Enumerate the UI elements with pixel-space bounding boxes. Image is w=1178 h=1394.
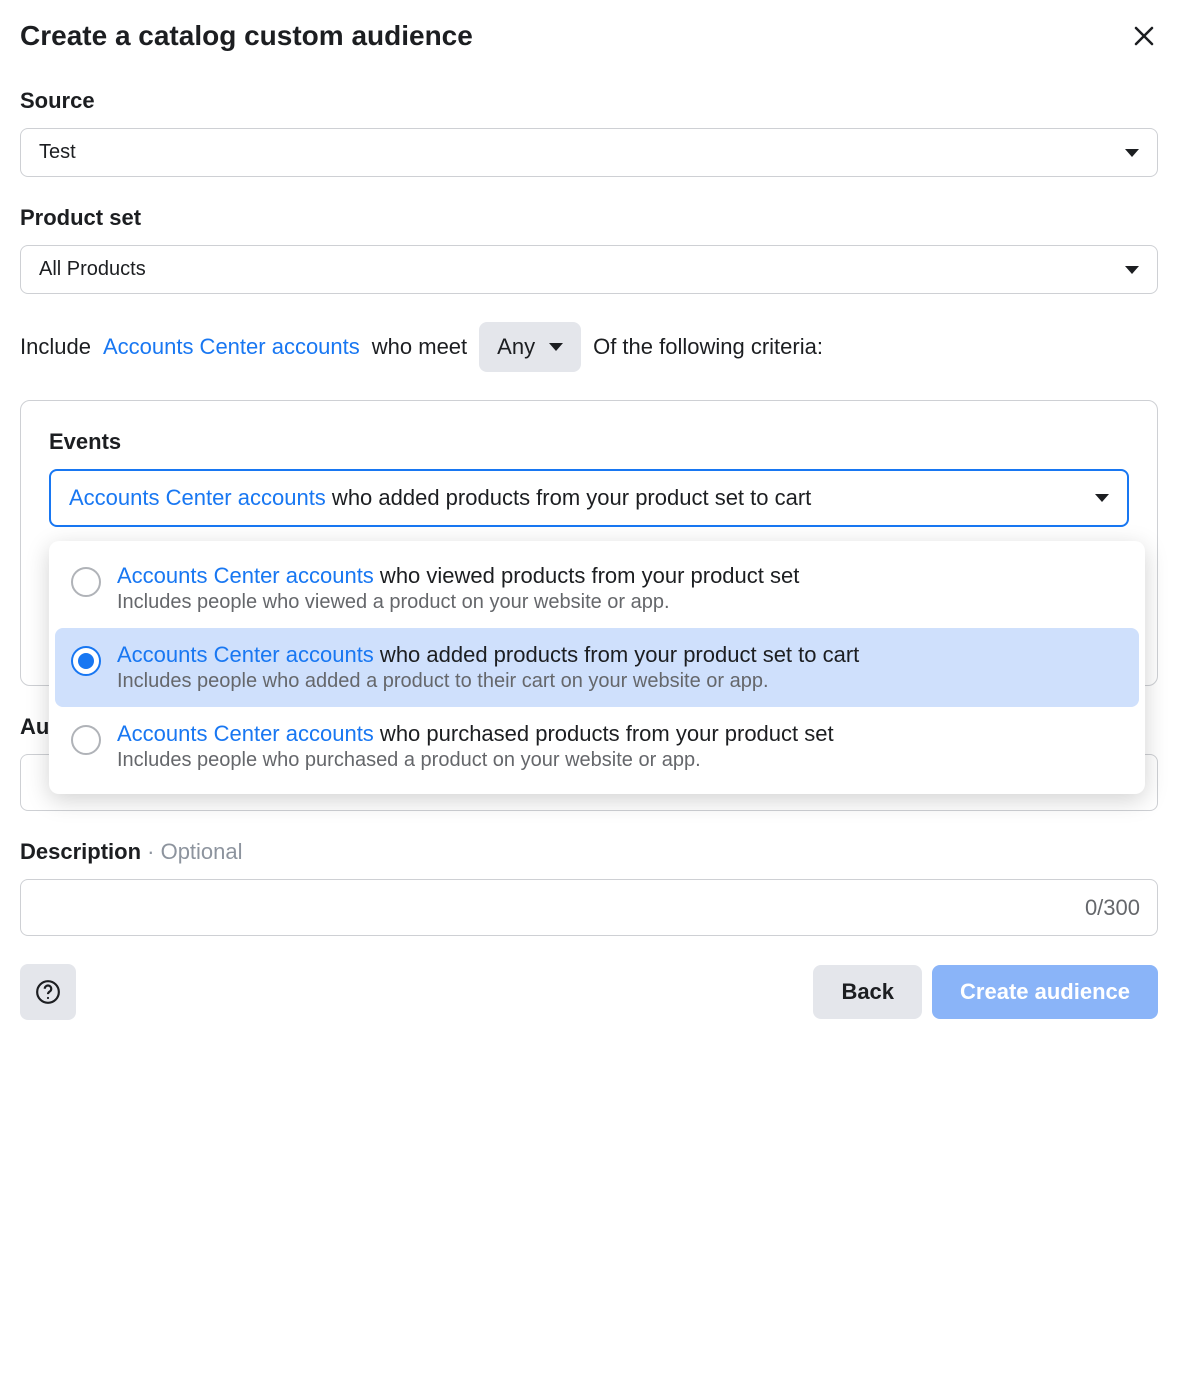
chevron-down-icon [549, 343, 563, 351]
chevron-down-icon [1125, 149, 1139, 157]
back-button[interactable]: Back [813, 965, 922, 1019]
page-title: Create a catalog custom audience [20, 20, 473, 52]
option-rest: who viewed products from your product se… [374, 563, 800, 588]
events-selected-link: Accounts Center accounts [69, 485, 326, 510]
event-option-viewed[interactable]: Accounts Center accounts who viewed prod… [55, 549, 1139, 628]
close-icon [1132, 24, 1156, 48]
events-select[interactable]: Accounts Center accounts who added produ… [49, 469, 1129, 527]
include-prefix: Include [20, 334, 91, 360]
events-label: Events [49, 429, 1129, 455]
description-label: Description · Optional [20, 839, 1158, 865]
product-set-select[interactable]: All Products [20, 245, 1158, 294]
help-button[interactable] [20, 964, 76, 1020]
option-desc: Includes people who added a product to t… [117, 670, 1123, 693]
radio-icon [71, 646, 101, 676]
events-selected-text: Accounts Center accounts who added produ… [69, 485, 811, 511]
accounts-center-link[interactable]: Accounts Center accounts [103, 334, 360, 360]
include-mid: who meet [372, 334, 467, 360]
criteria-card: Events Accounts Center accounts who adde… [20, 400, 1158, 686]
option-desc: Includes people who purchased a product … [117, 749, 1123, 772]
option-link: Accounts Center accounts [117, 642, 374, 667]
source-value: Test [39, 141, 76, 164]
create-audience-button[interactable]: Create audience [932, 965, 1158, 1019]
close-button[interactable] [1130, 22, 1158, 50]
product-set-label: Product set [20, 205, 1158, 231]
any-value: Any [497, 334, 535, 360]
chevron-down-icon [1125, 266, 1139, 274]
option-rest: who purchased products from your product… [374, 721, 834, 746]
help-icon [35, 979, 61, 1005]
radio-icon [71, 725, 101, 755]
description-optional: · Optional [141, 839, 243, 864]
option-link: Accounts Center accounts [117, 563, 374, 588]
radio-icon [71, 567, 101, 597]
events-selected-rest: who added products from your product set… [326, 485, 811, 510]
description-input[interactable] [20, 879, 1158, 936]
any-select[interactable]: Any [479, 322, 581, 372]
include-row: Include Accounts Center accounts who mee… [20, 322, 1158, 372]
option-title: Accounts Center accounts who viewed prod… [117, 563, 1123, 589]
option-title: Accounts Center accounts who added produ… [117, 642, 1123, 668]
events-dropdown: Accounts Center accounts who viewed prod… [49, 541, 1145, 794]
include-suffix: Of the following criteria: [593, 334, 823, 360]
option-title: Accounts Center accounts who purchased p… [117, 721, 1123, 747]
product-set-value: All Products [39, 258, 146, 281]
source-label: Source [20, 88, 1158, 114]
chevron-down-icon [1095, 494, 1109, 502]
event-option-added-to-cart[interactable]: Accounts Center accounts who added produ… [55, 628, 1139, 707]
description-count: 0/300 [1085, 895, 1140, 921]
option-rest: who added products from your product set… [374, 642, 859, 667]
event-option-purchased[interactable]: Accounts Center accounts who purchased p… [55, 707, 1139, 786]
option-desc: Includes people who viewed a product on … [117, 591, 1123, 614]
option-link: Accounts Center accounts [117, 721, 374, 746]
description-label-text: Description [20, 839, 141, 864]
source-select[interactable]: Test [20, 128, 1158, 177]
